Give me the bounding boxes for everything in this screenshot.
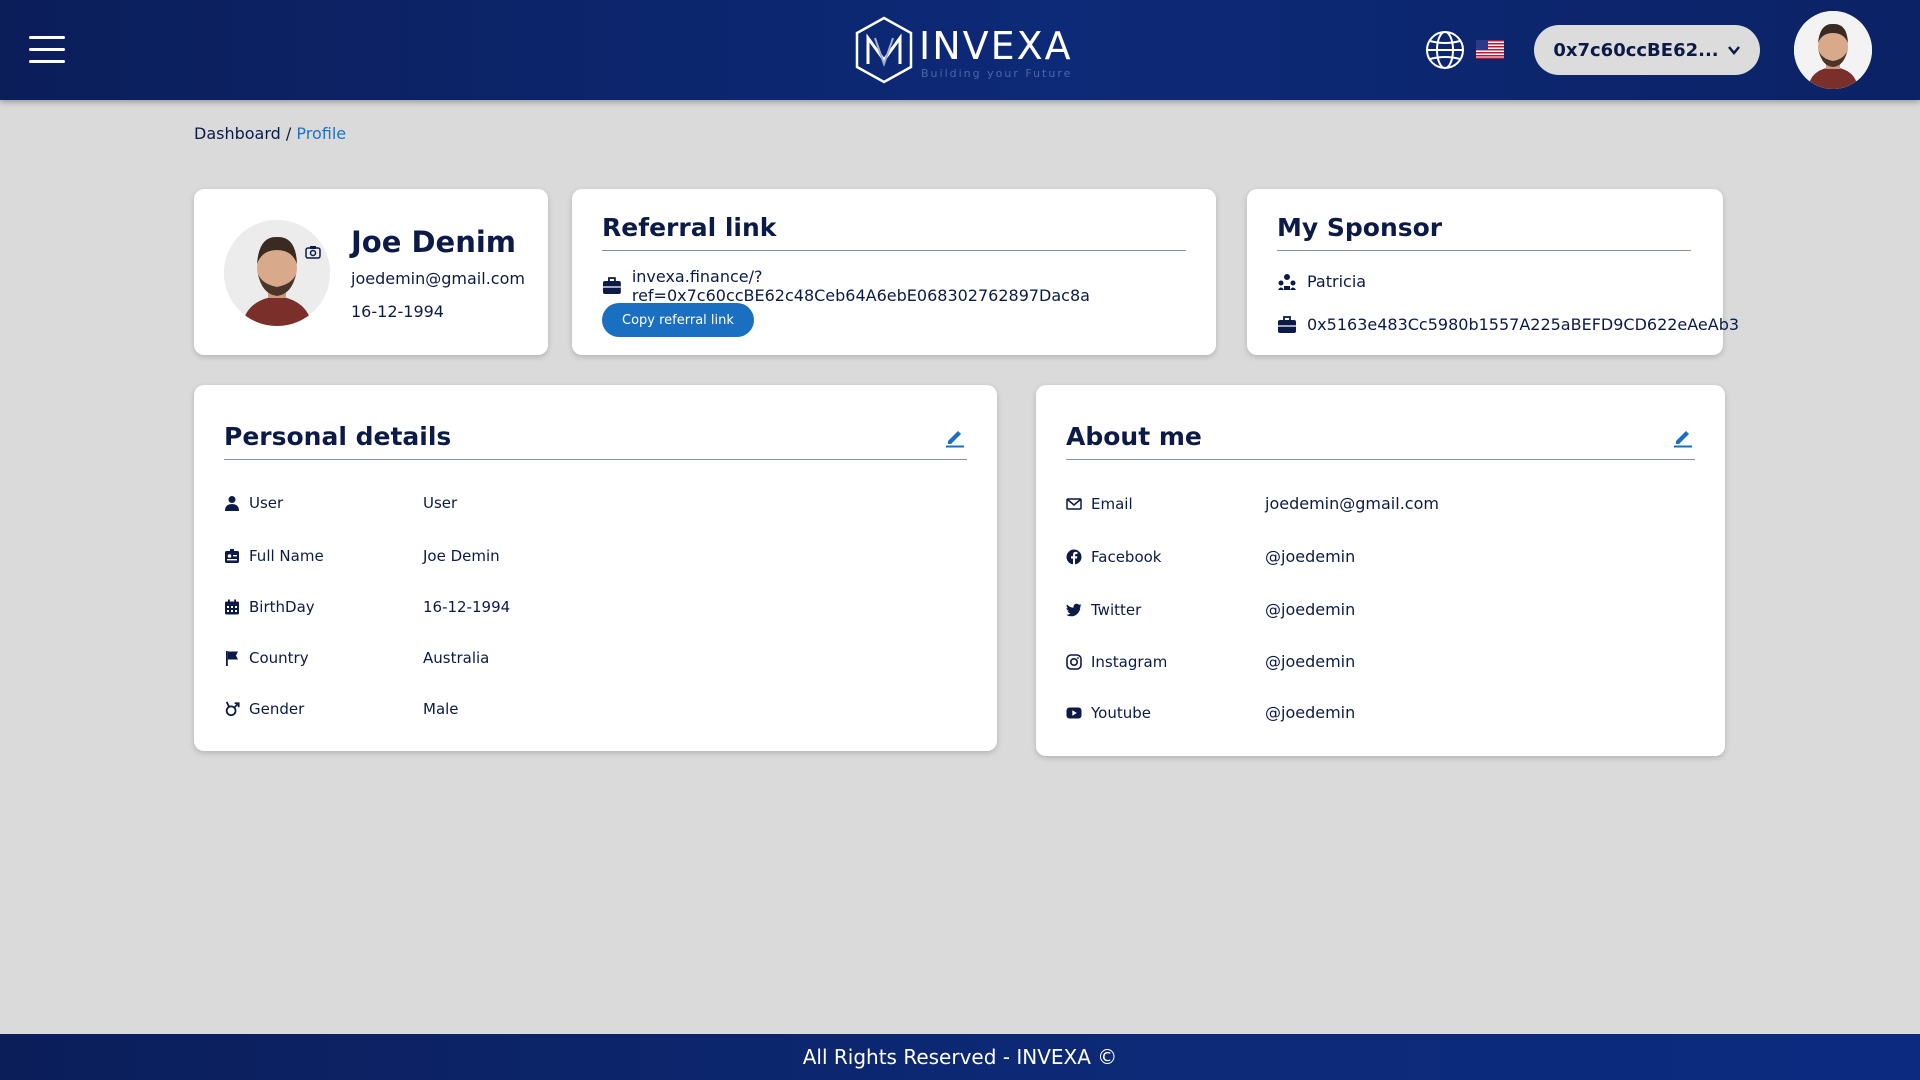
about-value[interactable]: @joedemin (1265, 600, 1355, 619)
brand-tagline: Building your Future (921, 67, 1073, 80)
detail-label: BirthDay (249, 598, 315, 616)
avatar-portrait (1794, 11, 1872, 89)
about-row-email: Email joedemin@gmail.com (1066, 494, 1439, 513)
detail-row-user: User User (224, 494, 457, 512)
chevron-down-icon (1727, 46, 1740, 55)
facebook-icon (1066, 549, 1082, 565)
users-icon (1278, 273, 1296, 290)
menu-icon[interactable] (29, 36, 65, 64)
referral-link-row: invexa.finance/?ref=0x7c60ccBE62c48Ceb64… (602, 267, 1216, 305)
flag-icon (226, 651, 238, 666)
detail-label: Country (249, 649, 309, 667)
about-row-facebook: Facebook @joedemin (1066, 547, 1355, 566)
profile-name: Joe Denim (351, 225, 517, 259)
edit-about-icon[interactable] (1672, 426, 1694, 448)
about-value[interactable]: @joedemin (1265, 703, 1355, 722)
profile-card: Joe Denim joedemin@gmail.com 16-12-1994 (194, 189, 548, 355)
breadcrumb: Dashboard / Profile (194, 124, 346, 143)
about-label: Facebook (1091, 547, 1162, 566)
instagram-icon (1066, 653, 1082, 670)
globe-icon[interactable] (1424, 29, 1466, 71)
about-row-youtube: Youtube @joedemin (1066, 703, 1355, 722)
breadcrumb-current: Profile (296, 124, 347, 143)
twitter-icon (1066, 603, 1082, 616)
about-label: Youtube (1091, 703, 1151, 722)
divider (1277, 250, 1691, 251)
gender-icon (225, 701, 240, 717)
user-avatar[interactable] (1794, 11, 1872, 89)
about-label: Twitter (1091, 600, 1142, 619)
detail-label: User (249, 494, 284, 512)
wallet-address: 0x7c60ccBE62... (1553, 39, 1719, 61)
sponsor-address-row: 0x5163e483Cc5980b1557A225aBEFD9CD622eAeA… (1277, 315, 1739, 334)
about-row-instagram: Instagram @joedemin (1066, 652, 1355, 671)
detail-row-full-name: Full Name Joe Demin (224, 547, 500, 565)
sponsor-name-row: Patricia (1277, 272, 1366, 291)
sponsor-card: My Sponsor Patricia 0x5163e483Cc5980b155… (1247, 189, 1739, 355)
avatar-portrait (224, 220, 330, 326)
profile-avatar (224, 220, 330, 326)
about-value[interactable]: @joedemin (1265, 652, 1355, 671)
briefcase-icon (602, 277, 621, 294)
id-card-icon (225, 549, 239, 563)
personal-details-title: Personal details (224, 422, 452, 451)
detail-label: Full Name (249, 547, 324, 565)
about-value[interactable]: joedemin@gmail.com (1265, 494, 1439, 513)
about-label: Instagram (1091, 652, 1168, 671)
detail-value: 16-12-1994 (423, 598, 511, 616)
footer: All Rights Reserved - INVEXA © (0, 1034, 1920, 1080)
detail-row-gender: Gender Male (224, 700, 459, 718)
detail-label: Gender (249, 700, 305, 718)
breadcrumb-separator: / (285, 124, 292, 143)
about-row-twitter: Twitter @joedemin (1066, 600, 1355, 619)
about-label: Email (1091, 494, 1133, 513)
user-icon (225, 496, 239, 511)
profile-birthdate: 16-12-1994 (351, 302, 444, 321)
detail-value: User (423, 494, 458, 512)
edit-personal-icon[interactable] (944, 426, 966, 448)
breadcrumb-dashboard[interactable]: Dashboard (194, 124, 281, 143)
calendar-icon (225, 599, 239, 615)
sponsor-title: My Sponsor (1277, 213, 1443, 242)
about-me-card: About me Email joedemin@gmail.com Facebo… (1036, 385, 1725, 756)
divider (602, 250, 1186, 251)
footer-copyright: All Rights Reserved - INVEXA © (802, 1045, 1118, 1069)
detail-value: Joe Demin (423, 547, 500, 565)
briefcase-icon (1278, 315, 1296, 333)
top-header: INVEXA Building your Future 0x7c60ccBE62… (0, 0, 1920, 100)
detail-row-country: Country Australia (224, 649, 489, 667)
mail-icon (1066, 497, 1082, 510)
divider (1066, 459, 1695, 460)
personal-details-card: Personal details User User Full Name Joe… (194, 385, 997, 751)
logo-hexagon-icon (855, 16, 913, 84)
detail-row-birthday: BirthDay 16-12-1994 (224, 598, 510, 616)
referral-card: Referral link invexa.finance/?ref=0x7c60… (572, 189, 1216, 355)
profile-email: joedemin@gmail.com (351, 269, 525, 288)
about-value[interactable]: @joedemin (1265, 547, 1355, 566)
referral-link[interactable]: invexa.finance/?ref=0x7c60ccBE62c48Ceb64… (632, 267, 1216, 305)
sponsor-address: 0x5163e483Cc5980b1557A225aBEFD9CD622eAeA… (1307, 315, 1740, 334)
brand-logo[interactable]: INVEXA Building your Future (853, 14, 1073, 86)
sponsor-name: Patricia (1307, 272, 1367, 291)
youtube-icon (1066, 707, 1082, 718)
wallet-address-button[interactable]: 0x7c60ccBE62... (1534, 25, 1760, 75)
brand-name: INVEXA (919, 24, 1073, 68)
detail-value: Male (423, 700, 459, 718)
about-me-title: About me (1066, 422, 1202, 451)
referral-title: Referral link (602, 213, 777, 242)
us-flag-icon[interactable] (1476, 40, 1504, 59)
copy-referral-button[interactable]: Copy referral link (602, 303, 754, 337)
divider (224, 459, 967, 460)
detail-value: Australia (423, 649, 490, 667)
camera-icon[interactable] (305, 245, 321, 259)
